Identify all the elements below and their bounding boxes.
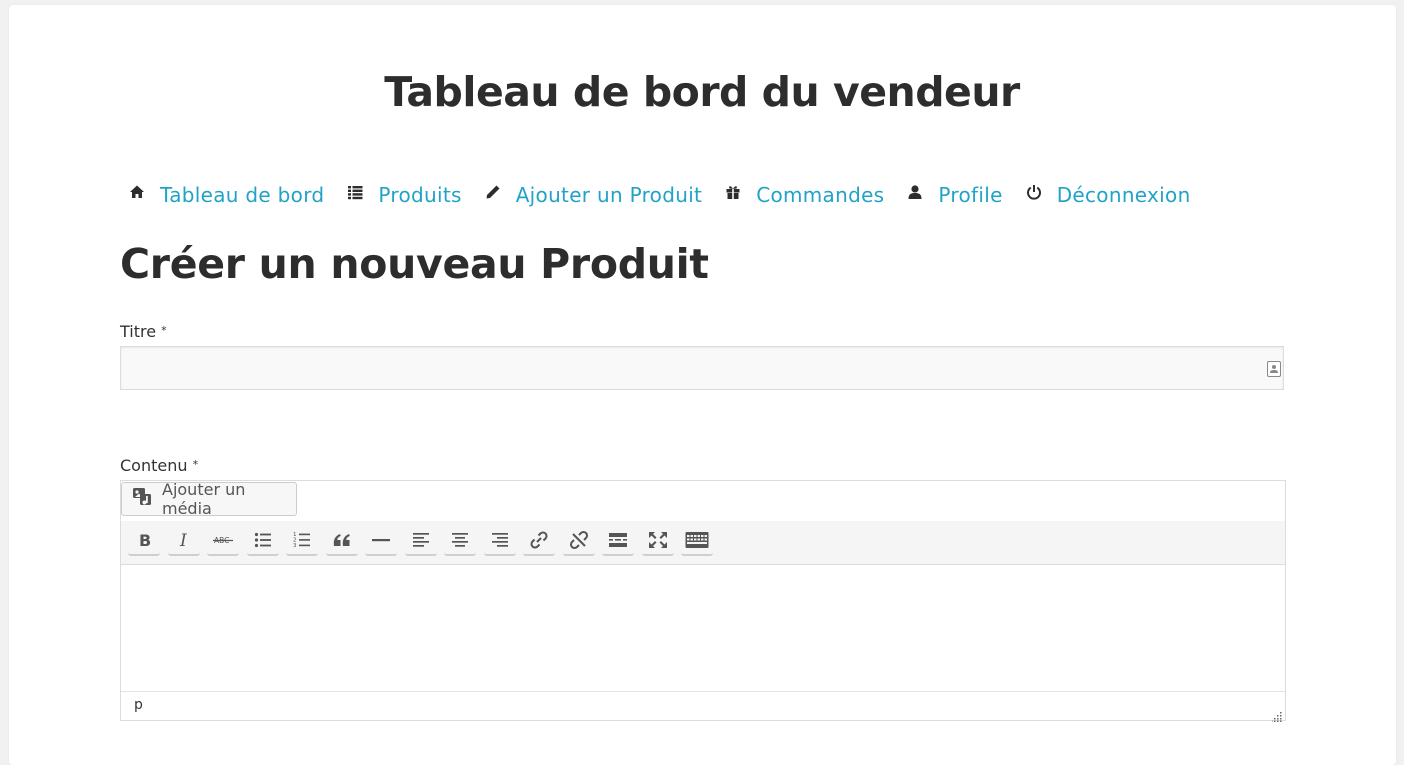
nav-item-products[interactable]: Produits [346,180,461,210]
nav-item-label: Profile [938,183,1003,207]
horizontal-rule-button[interactable] [365,526,397,556]
pencil-icon [484,183,502,201]
toolbar-toggle-button[interactable] [681,526,713,556]
add-media-label: Ajouter un média [162,480,246,518]
element-path[interactable]: p [134,697,143,713]
italic-button[interactable]: I [167,526,200,556]
nav-item-orders[interactable]: Commandes [724,180,884,210]
align-left-icon [412,531,430,549]
horizontal-rule-icon [371,531,391,549]
home-icon [128,183,146,201]
power-icon [1025,183,1043,201]
read-more-icon [608,531,628,549]
contact-card-icon[interactable] [1267,361,1281,377]
form-heading: Créer un nouveau Produit [120,240,709,288]
content-label: Contenu * [120,455,198,477]
svg-text:B: B [139,531,151,549]
gift-icon [724,183,742,201]
editor-toolbar: B I ABC 1 2 3 [121,521,1285,565]
nav-item-label: Tableau de bord [160,183,325,207]
unlink-button[interactable] [562,526,595,556]
strikethrough-button[interactable]: ABC [207,526,239,556]
nav-item-profile[interactable]: Profile [906,180,1002,210]
blockquote-button[interactable] [325,526,358,556]
add-media-button[interactable]: Ajouter un média [121,480,297,518]
link-button[interactable] [523,526,555,556]
strikethrough-icon: ABC [213,531,233,549]
fullscreen-button[interactable] [641,526,674,556]
user-icon [906,183,924,201]
content-label-text: Contenu [120,456,188,475]
align-center-button[interactable] [444,526,476,556]
keyboard-icon [685,531,709,549]
required-marker: * [161,324,167,337]
align-center-icon [451,531,469,549]
blockquote-icon [332,531,352,549]
align-right-icon [491,531,509,549]
svg-text:I: I [179,531,187,549]
bullet-list-button[interactable] [246,526,279,556]
editor-content-area[interactable] [121,566,1285,691]
read-more-button[interactable] [602,526,634,556]
numbered-list-button[interactable]: 1 2 3 [286,526,318,556]
nav-item-label: Ajouter un Produit [515,183,703,207]
editor-status-bar: p [121,691,1285,722]
main-nav: Tableau de bord Produits Ajouter un Prod… [128,180,1213,210]
nav-item-logout[interactable]: Déconnexion [1025,180,1191,210]
page-title: Tableau de bord du vendeur [384,68,1020,116]
nav-item-label: Déconnexion [1056,183,1191,207]
bullet-list-icon [254,531,272,549]
media-icon [132,487,154,511]
numbered-list-icon: 1 2 3 [293,531,311,549]
content-editor: Ajouter un média B I ABC 1 2 3 p [120,480,1286,722]
required-marker: * [192,458,199,471]
title-label: Titre * [120,321,167,343]
resize-handle-icon[interactable] [1271,707,1282,722]
bold-button[interactable]: B [128,526,160,556]
nav-item-dashboard[interactable]: Tableau de bord [128,180,324,210]
svg-text:3: 3 [293,543,297,549]
title-label-text: Titre [120,322,157,341]
unlink-icon [569,530,589,550]
italic-icon: I [175,531,193,549]
nav-item-add-product[interactable]: Ajouter un Produit [484,180,702,210]
align-right-button[interactable] [483,526,516,556]
nav-item-label: Commandes [756,183,885,207]
nav-item-label: Produits [378,183,462,207]
link-icon [529,530,549,550]
list-icon [346,183,364,201]
bold-icon: B [135,531,153,549]
title-input[interactable] [120,346,1284,390]
fullscreen-icon [648,531,668,549]
align-left-button[interactable] [404,526,437,556]
